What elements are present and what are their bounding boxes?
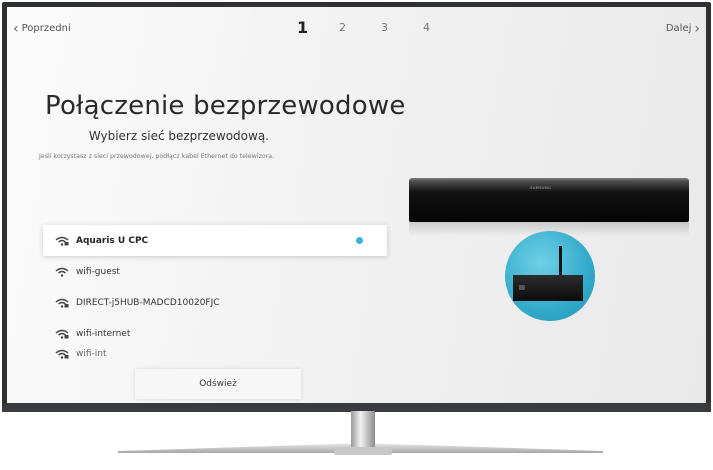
wifi-lock-icon — [55, 236, 69, 246]
selected-dot-icon — [356, 237, 363, 244]
antenna-icon — [559, 246, 562, 278]
tv-stand-neck — [351, 411, 375, 451]
network-name: wifi-guest — [76, 266, 120, 277]
refresh-button[interactable]: Odśwież — [135, 369, 301, 399]
step-2: 2 — [339, 21, 346, 34]
page-title: Połączenie bezprzewodowe — [45, 91, 406, 121]
port-icon — [519, 285, 525, 290]
wifi-lock-icon — [55, 349, 69, 359]
step-1: 1 — [297, 18, 309, 37]
tv-stand-base — [334, 447, 392, 455]
step-indicator: 1 2 3 4 — [297, 18, 465, 37]
network-item-aquaris[interactable]: Aquaris U CPC — [43, 225, 387, 256]
ethernet-hint: Jeśli korzystasz z sieci przewodowej, po… — [39, 153, 275, 160]
next-button-label: Dalej — [665, 23, 692, 34]
network-name: wifi-internet — [76, 328, 131, 339]
tv-stand-right-leg — [358, 443, 603, 453]
step-4: 4 — [423, 21, 430, 34]
step-3: 3 — [381, 21, 388, 34]
next-button[interactable]: Dalej › — [665, 20, 700, 37]
network-item-wifi-internet[interactable]: wifi-internet — [43, 318, 387, 349]
wifi-lock-icon — [55, 298, 69, 308]
page-subtitle: Wybierz sieć bezprzewodową. — [88, 129, 269, 143]
chevron-left-icon: ‹ — [13, 20, 19, 37]
network-item-wifi-guest[interactable]: wifi-guest — [43, 256, 387, 287]
chevron-right-icon: › — [694, 20, 700, 37]
network-item-wifi-int[interactable]: wifi-int — [43, 349, 387, 361]
network-list: Aquaris U CPC wifi-guest DIRECT-j5HUB-MA… — [43, 225, 387, 361]
device-zoom-circle — [505, 231, 595, 321]
device-logo: SAMSUNG — [530, 186, 552, 190]
prev-button-label: Poprzedni — [21, 23, 71, 34]
network-item-direct[interactable]: DIRECT-j5HUB-MADCD10020FJC — [43, 287, 387, 318]
network-name: DIRECT-j5HUB-MADCD10020FJC — [76, 297, 220, 308]
tv-stand-left-leg — [118, 443, 368, 453]
network-name: wifi-int — [76, 349, 107, 359]
wifi-icon — [55, 267, 69, 277]
wifi-lock-icon — [55, 329, 69, 339]
prev-button[interactable]: ‹ Poprzedni — [13, 20, 71, 37]
network-name: Aquaris U CPC — [76, 235, 149, 246]
